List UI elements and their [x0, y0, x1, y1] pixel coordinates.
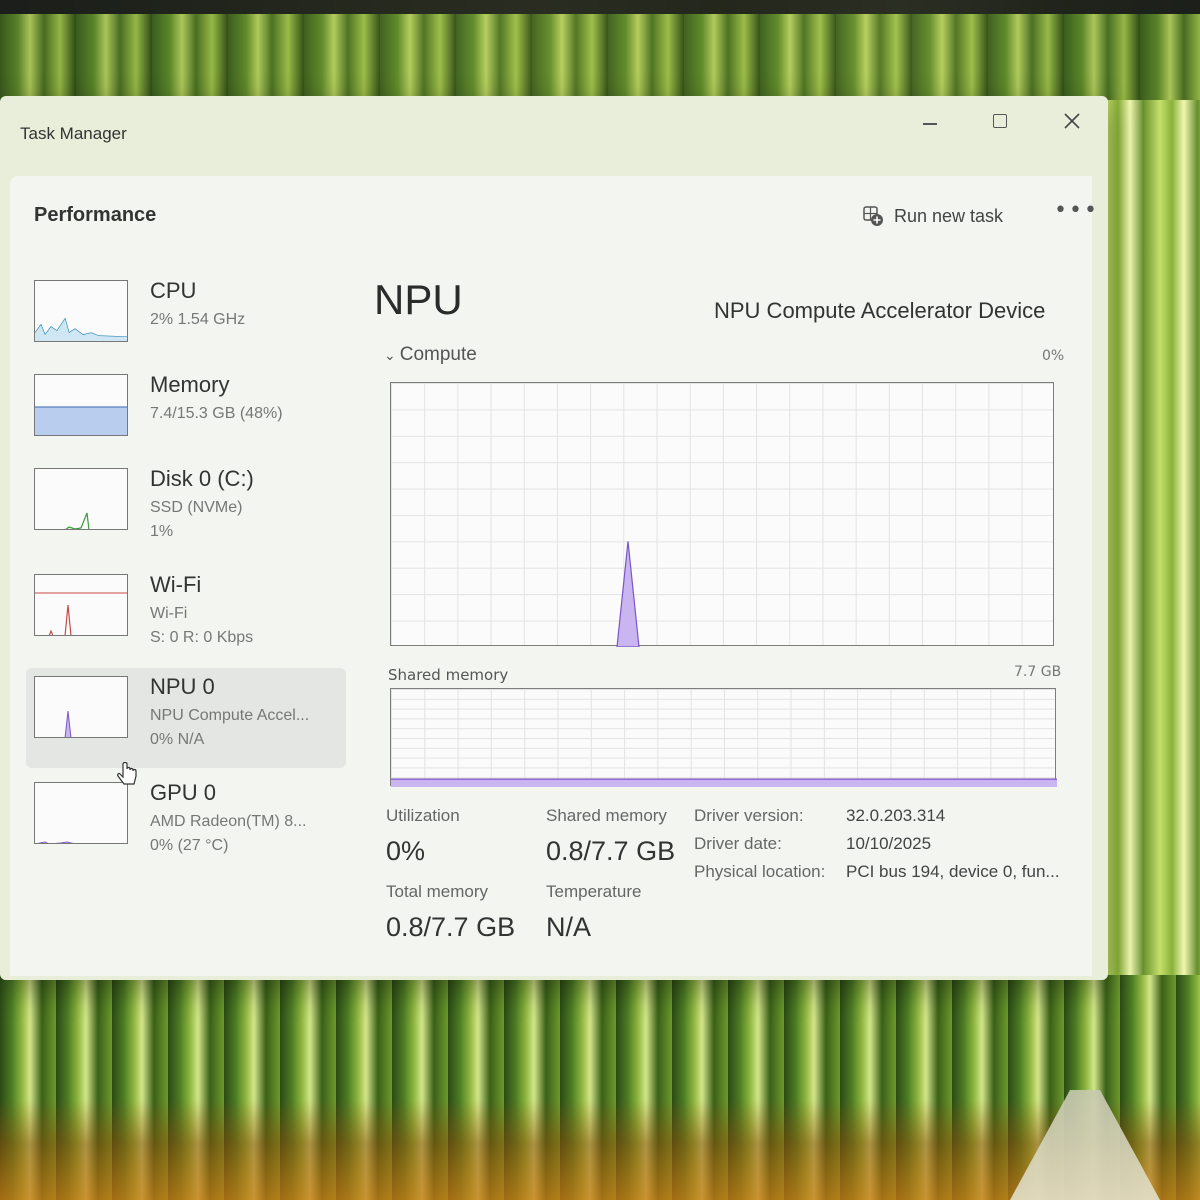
utilization-label: Utilization	[386, 806, 460, 825]
sidebar-item-name: GPU 0	[150, 780, 217, 805]
sidebar-item-detail-2: 0% N/A	[150, 731, 205, 748]
sidebar-item-npu[interactable]: NPU 0 NPU Compute Accel... 0% N/A	[26, 668, 346, 768]
utilization-value: 0%	[386, 836, 426, 866]
sidebar-item-detail: AMD Radeon(TM) 8...	[150, 813, 307, 830]
device-title: NPU	[374, 276, 463, 323]
gpu-thumbnail-graph	[34, 782, 128, 844]
minimize-icon	[923, 123, 937, 125]
maximize-icon	[993, 114, 1007, 128]
run-task-icon	[863, 206, 883, 226]
page-title: Performance	[34, 204, 157, 226]
compute-spike	[616, 541, 640, 647]
minimize-button[interactable]	[910, 104, 950, 138]
memory-thumbnail-graph	[34, 374, 128, 436]
close-icon	[1064, 113, 1080, 129]
sidebar-item-detail: 2% 1.54 GHz	[150, 311, 246, 328]
total-memory-value: 0.8/7.7 GB	[386, 912, 516, 942]
driver-date-value: 10/10/2025	[846, 834, 932, 853]
shared-memory-max-label: 7.7 GB	[1014, 664, 1062, 680]
sidebar-item-name: Wi-Fi	[150, 572, 202, 597]
desktop-wallpaper-bottom	[0, 975, 1200, 1200]
sidebar-item-detail: NPU Compute Accel...	[150, 707, 310, 724]
temperature-label: Temperature	[546, 882, 642, 901]
hand-cursor-icon	[117, 762, 137, 785]
wifi-thumbnail-graph	[34, 574, 128, 636]
sidebar-item-name: NPU 0	[150, 674, 215, 699]
more-options-button[interactable]: •••	[1054, 198, 1099, 223]
sidebar-item-cpu[interactable]: CPU 2% 1.54 GHz	[26, 272, 346, 372]
total-memory-label: Total memory	[386, 882, 489, 901]
sidebar-item-detail-2: 0% (27 °C)	[150, 837, 229, 854]
sidebar-item-detail: 7.4/15.3 GB (48%)	[150, 405, 283, 422]
shared-memory-value: 0.8/7.7 GB	[546, 836, 676, 866]
driver-version-row: Driver version: 32.0.203.314	[694, 806, 1060, 834]
driver-version-label: Driver version:	[694, 806, 804, 825]
sidebar-item-name: CPU	[150, 278, 197, 303]
temperature-stat: Temperature N/A	[546, 882, 641, 943]
compute-label: Compute	[399, 344, 477, 365]
shared-memory-graph	[390, 688, 1057, 787]
close-button[interactable]	[1052, 104, 1092, 138]
shared-memory-graph-label: Shared memory	[388, 666, 509, 684]
sidebar-item-name: Disk 0 (C:)	[150, 466, 254, 491]
run-new-task-label: Run new task	[894, 205, 1004, 226]
physical-location-label: Physical location:	[694, 862, 826, 881]
performance-panel: Performance Run new task ••• CPU 2% 1.54…	[10, 176, 1097, 976]
npu-thumbnail-graph	[34, 676, 128, 738]
sidebar-item-detail-2: 1%	[150, 523, 174, 540]
window-title: Task Manager	[20, 124, 127, 143]
disk-thumbnail-graph	[34, 468, 128, 530]
temperature-value: N/A	[546, 912, 592, 942]
sidebar-item-detail: SSD (NVMe)	[150, 499, 243, 516]
task-manager-window: Task Manager Performance Run new task ••…	[0, 96, 1108, 980]
sidebar-item-disk[interactable]: Disk 0 (C:) SSD (NVMe) 1%	[26, 460, 346, 560]
shared-memory-stat: Shared memory 0.8/7.7 GB	[546, 806, 675, 867]
physical-location-row: Physical location: PCI bus 194, device 0…	[694, 862, 1060, 890]
chevron-down-icon: ⌄	[384, 347, 396, 363]
compute-dropdown[interactable]: ⌄ Compute	[384, 344, 477, 366]
device-name: NPU Compute Accelerator Device	[714, 298, 1046, 323]
cpu-thumbnail-graph	[34, 280, 128, 342]
sidebar-item-memory[interactable]: Memory 7.4/15.3 GB (48%)	[26, 366, 346, 466]
sidebar-item-wifi[interactable]: Wi-Fi Wi-Fi S: 0 R: 0 Kbps	[26, 566, 346, 666]
shared-memory-fill	[391, 779, 1057, 787]
sidebar-item-detail: Wi-Fi	[150, 605, 188, 622]
run-new-task-button[interactable]: Run new task	[862, 200, 1003, 232]
utilization-stat: Utilization 0%	[386, 806, 460, 867]
shared-memory-label: Shared memory	[546, 806, 667, 825]
sidebar-item-gpu[interactable]: GPU 0 AMD Radeon(TM) 8... 0% (27 °C)	[26, 774, 346, 874]
physical-location-value: PCI bus 194, device 0, fun...	[846, 862, 1060, 881]
maximize-button[interactable]	[980, 104, 1020, 138]
driver-date-label: Driver date:	[694, 834, 782, 853]
sidebar-item-name: Memory	[150, 372, 230, 397]
sidebar-item-detail-2: S: 0 R: 0 Kbps	[150, 629, 254, 646]
desktop-wallpaper-top	[0, 0, 1200, 100]
device-info: Driver version: 32.0.203.314 Driver date…	[694, 806, 1060, 890]
compute-graph	[390, 382, 1054, 647]
total-memory-stat: Total memory 0.8/7.7 GB	[386, 882, 515, 943]
driver-date-row: Driver date: 10/10/2025	[694, 834, 1060, 862]
driver-version-value: 32.0.203.314	[846, 806, 946, 825]
compute-max-label: 0%	[1042, 348, 1065, 364]
